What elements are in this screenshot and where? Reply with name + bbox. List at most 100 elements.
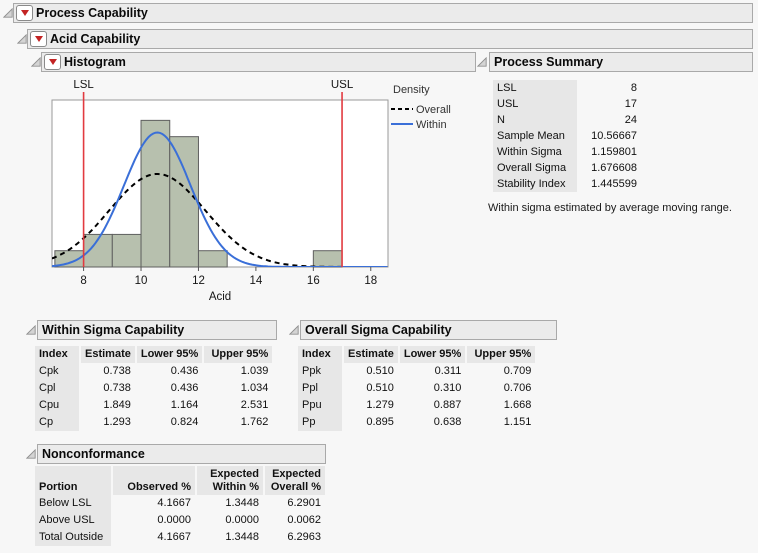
- cell-value: 0.0000: [157, 514, 191, 526]
- outline-header-histogram[interactable]: Histogram: [41, 52, 476, 72]
- cell-value: 4.1667: [157, 497, 191, 509]
- outline-header-overall-capability[interactable]: Overall Sigma Capability: [300, 320, 557, 340]
- column-header: Observed %: [113, 466, 195, 495]
- table-row: Ppu 1.279 0.887 1.668: [298, 397, 535, 414]
- cell-value: 0.310: [433, 382, 462, 394]
- row-label: Ppk: [298, 363, 342, 380]
- histogram-bar[interactable]: [312, 250, 343, 268]
- within-sigma-note: Within sigma estimated by average moving…: [488, 202, 732, 214]
- column-header: Upper 95%: [467, 346, 536, 363]
- table-row: Ppl 0.510 0.310 0.706: [298, 380, 535, 397]
- jmp-report-window: { "outline": { "process_capability": "Pr…: [0, 0, 758, 553]
- column-header: Lower 95%: [136, 346, 203, 363]
- cell-value: 17: [624, 98, 637, 110]
- row-label: Cpl: [35, 380, 79, 397]
- outline-title: Process Capability: [36, 6, 148, 20]
- column-header: Upper 95%: [204, 346, 273, 363]
- table-row: Stability Index 1.445599: [493, 176, 641, 192]
- legend-title: Density: [393, 84, 430, 96]
- row-label: Ppl: [298, 380, 342, 397]
- cell-value: 0.738: [103, 365, 131, 377]
- cell-value: 0.0062: [287, 514, 321, 526]
- axis-tick-label: 12: [192, 275, 205, 287]
- histogram-bar[interactable]: [169, 136, 199, 268]
- legend-label: Overall: [416, 104, 451, 116]
- column-header: Estimate: [344, 346, 398, 363]
- histogram-bar[interactable]: [111, 233, 142, 268]
- cell-value: 1.762: [240, 416, 269, 428]
- cell-value: 8: [630, 82, 637, 94]
- cell-value: 4.1667: [157, 531, 191, 543]
- capability-histogram-plot[interactable]: LSL USL 8 10 12 14 16 18 Acid Density Overall Withi…: [30, 80, 475, 308]
- outline-title: Overall Sigma Capability: [305, 323, 452, 337]
- cell-value: 0.824: [170, 416, 199, 428]
- cell-value: 1.668: [503, 399, 532, 411]
- table-row: Cpu 1.849 1.164 2.531: [35, 397, 272, 414]
- outline-header-acid-capability[interactable]: Acid Capability: [27, 29, 753, 49]
- cell-value: 0.510: [366, 365, 394, 377]
- column-header: Expected Within %: [197, 466, 263, 495]
- row-label: Above USL: [35, 512, 111, 529]
- cell-value: 6.2901: [287, 497, 321, 509]
- disclosure-triangle[interactable]: [26, 449, 37, 460]
- cell-value: 2.531: [240, 399, 269, 411]
- cell-value: 0.887: [433, 399, 462, 411]
- disclosure-triangle[interactable]: [289, 325, 300, 336]
- cell-value: 1.3448: [225, 531, 259, 543]
- table-row: Total Outside 4.1667 1.3448 6.2963: [35, 529, 325, 546]
- x-axis-title: Acid: [209, 291, 231, 303]
- axis-tick-label: 8: [80, 275, 86, 287]
- table-row: LSL 8: [493, 80, 641, 96]
- red-triangle-menu-icon[interactable]: [16, 5, 33, 21]
- column-header: Portion: [35, 466, 111, 495]
- red-triangle-menu-icon[interactable]: [30, 31, 47, 47]
- table-row: USL 17: [493, 96, 641, 112]
- column-header: Index: [35, 346, 79, 363]
- row-label: Ppu: [298, 397, 342, 414]
- cell-value: 0.638: [433, 416, 462, 428]
- table-header-row: Index Estimate Lower 95% Upper 95%: [35, 346, 273, 363]
- cell-value: 0.709: [503, 365, 532, 377]
- outline-header-process-capability[interactable]: Process Capability: [13, 3, 753, 23]
- within-sigma-capability-table: Index Estimate Lower 95% Upper 95% Cpk 0.738 0…: [33, 346, 274, 431]
- overall-sigma-capability-table: Index Estimate Lower 95% Upper 95% Ppk 0.510 0…: [296, 346, 537, 431]
- spec-limit-label: USL: [331, 80, 354, 91]
- nonconformance-table: Portion Observed % Expected Within % Expect…: [33, 466, 327, 546]
- row-label: Below LSL: [35, 495, 111, 512]
- outline-title: Process Summary: [494, 55, 604, 69]
- red-triangle-menu-icon[interactable]: [44, 54, 61, 70]
- row-label: Stability Index: [493, 176, 577, 192]
- cell-value: 0.706: [503, 382, 532, 394]
- table-row: Below LSL 4.1667 1.3448 6.2901: [35, 495, 325, 512]
- table-row: N 24: [493, 112, 641, 128]
- table-row: Above USL 0.0000 0.0000 0.0062: [35, 512, 325, 529]
- table-row: Overall Sigma 1.676608: [493, 160, 641, 176]
- cell-value: 0.510: [366, 382, 394, 394]
- spec-limit-label: LSL: [73, 80, 94, 91]
- table-row: Cpk 0.738 0.436 1.039: [35, 363, 272, 380]
- axis-tick-label: 18: [364, 275, 377, 287]
- cell-value: 1.676608: [591, 162, 637, 174]
- outline-title: Acid Capability: [50, 32, 141, 46]
- process-summary-table: LSL 8 USL 17 N 24 Sample Mean 10.56667 Within Si…: [491, 80, 643, 192]
- histogram-bar[interactable]: [197, 250, 228, 268]
- cell-value: 1.039: [240, 365, 269, 377]
- cell-value: 1.159801: [591, 146, 637, 158]
- axis-tick-label: 10: [135, 275, 148, 287]
- outline-header-within-capability[interactable]: Within Sigma Capability: [37, 320, 277, 340]
- outline-header-nonconformance[interactable]: Nonconformance: [37, 444, 326, 464]
- table-row: Cp 1.293 0.824 1.762: [35, 414, 272, 431]
- row-label: Overall Sigma: [493, 160, 577, 176]
- cell-value: 0.0000: [225, 514, 259, 526]
- disclosure-triangle[interactable]: [477, 57, 488, 68]
- outline-header-process-summary[interactable]: Process Summary: [489, 52, 753, 72]
- table-row: Ppk 0.510 0.311 0.709: [298, 363, 535, 380]
- cell-value: 6.2963: [287, 531, 321, 543]
- table-row: Cpl 0.738 0.436 1.034: [35, 380, 272, 397]
- disclosure-triangle[interactable]: [26, 325, 37, 336]
- cell-value: 1.034: [240, 382, 269, 394]
- cell-value: 1.293: [103, 416, 131, 428]
- cell-value: 1.164: [170, 399, 199, 411]
- cell-value: 0.895: [366, 416, 394, 428]
- cell-value: 1.849: [103, 399, 131, 411]
